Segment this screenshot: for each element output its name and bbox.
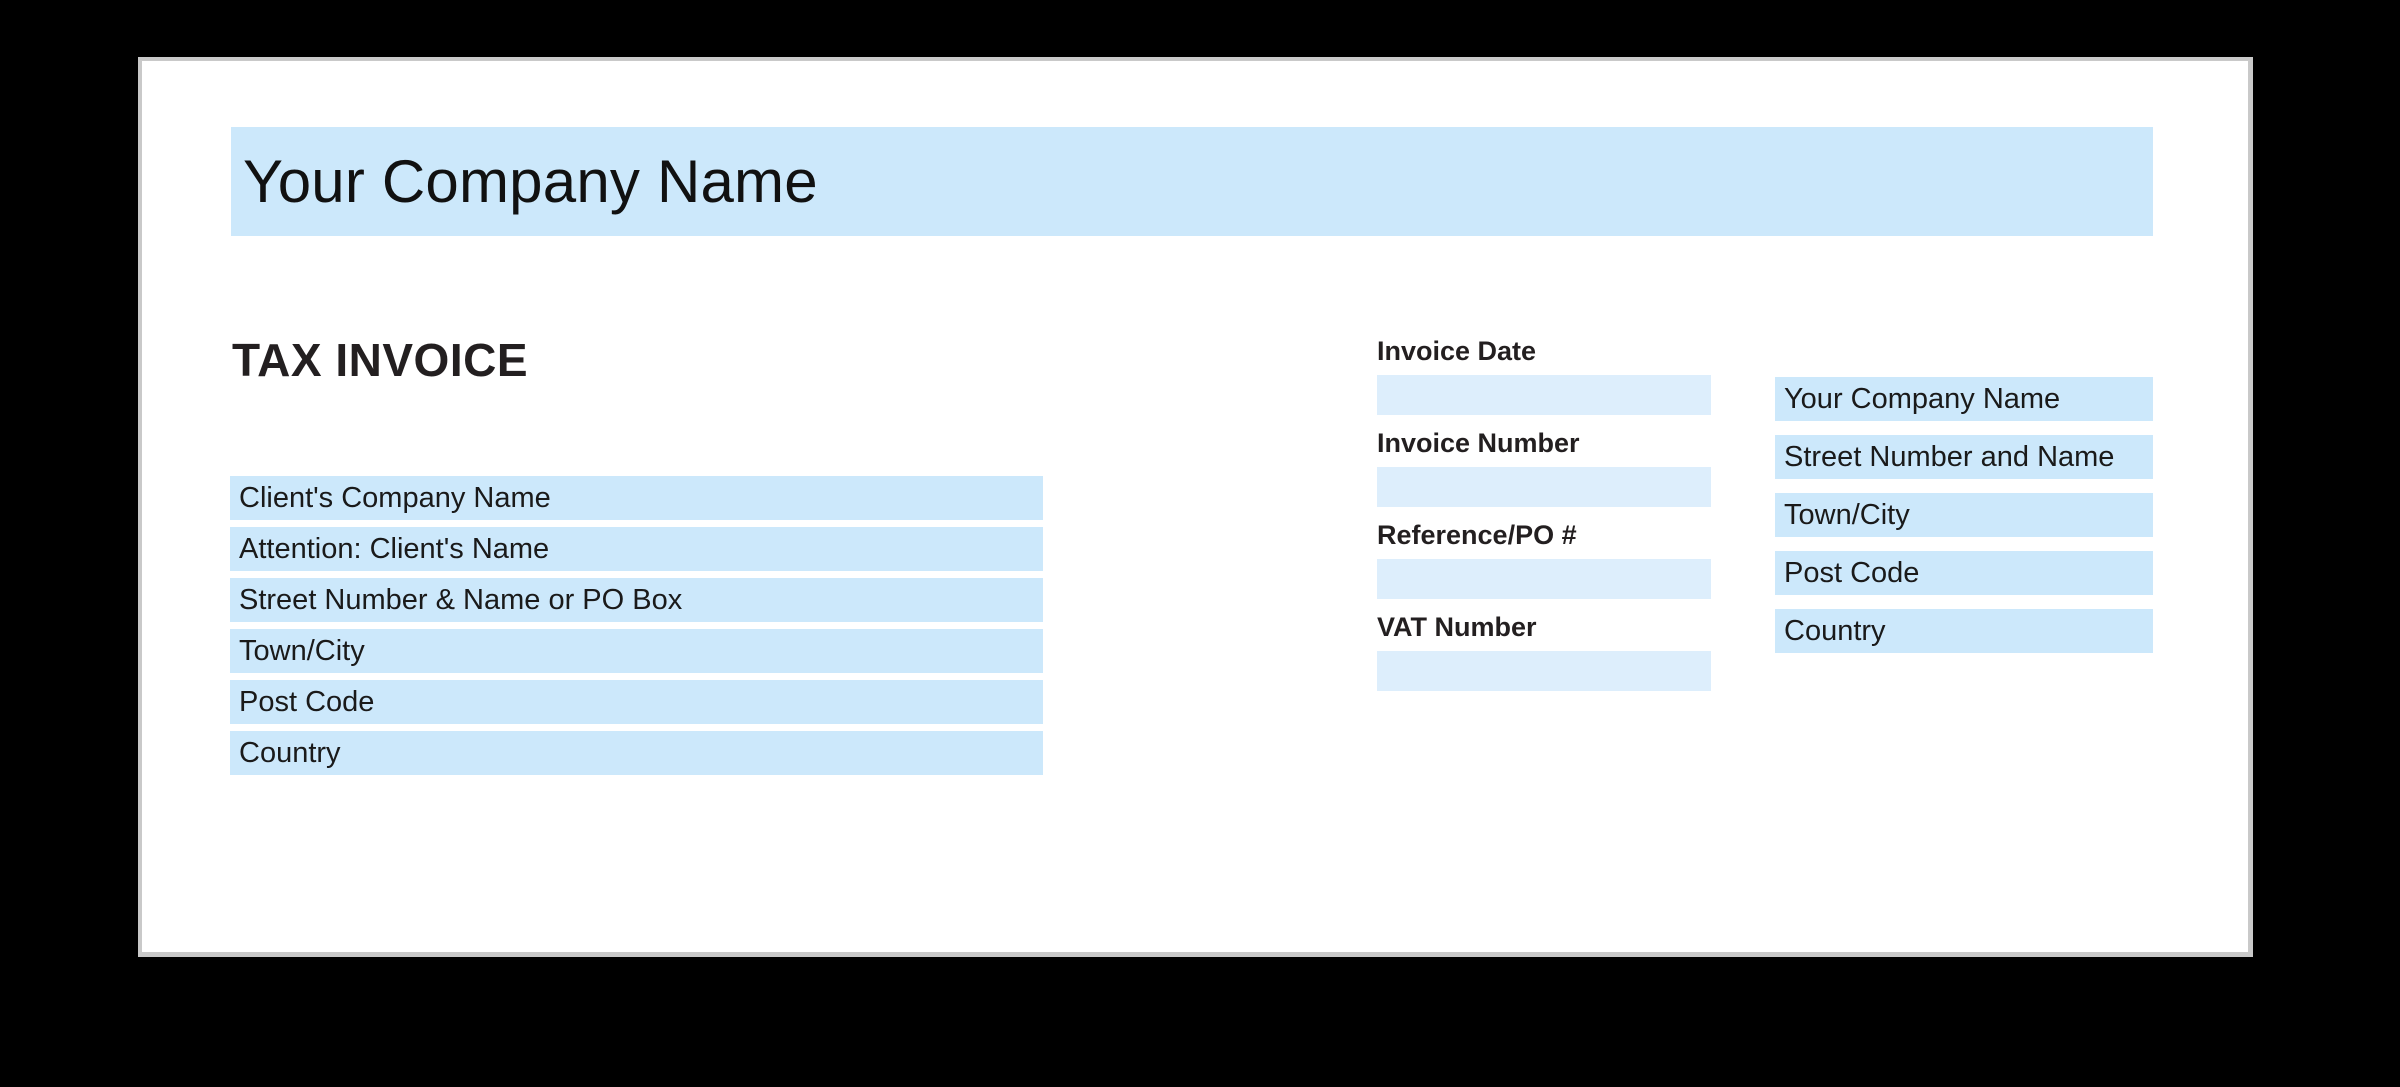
- reference-po-group: Reference/PO #: [1377, 522, 1711, 599]
- vat-number-label: VAT Number: [1377, 612, 1537, 642]
- company-country: Country: [1784, 614, 1886, 647]
- client-attention-name: Attention: Client's Name: [239, 532, 550, 565]
- client-country: Country: [239, 736, 341, 769]
- invoice-number-group: Invoice Number: [1377, 430, 1711, 507]
- client-street-address: Street Number & Name or PO Box: [239, 583, 683, 616]
- company-post-code: Post Code: [1784, 556, 1920, 589]
- client-address-row[interactable]: Town/City: [230, 629, 1043, 673]
- vat-number-input[interactable]: [1377, 651, 1711, 691]
- company-town-city: Town/City: [1784, 498, 1910, 531]
- vat-number-group: VAT Number: [1377, 614, 1711, 691]
- invoice-number-label: Invoice Number: [1377, 428, 1580, 458]
- invoice-sheet: Your Company Name TAX INVOICE Client's C…: [138, 57, 2253, 957]
- invoice-date-input[interactable]: [1377, 375, 1711, 415]
- client-address-row[interactable]: Client's Company Name: [230, 476, 1043, 520]
- client-address-row[interactable]: Attention: Client's Name: [230, 527, 1043, 571]
- company-address-row[interactable]: Country: [1775, 609, 2153, 653]
- company-name-value: Your Company Name: [1784, 382, 2061, 415]
- company-address-block: Your Company Name Street Number and Name…: [1775, 377, 2153, 667]
- client-address-row[interactable]: Street Number & Name or PO Box: [230, 578, 1043, 622]
- invoice-date-group: Invoice Date: [1377, 338, 1711, 415]
- company-masthead-banner[interactable]: Your Company Name: [231, 127, 2153, 236]
- invoice-detail-block: Invoice Date Invoice Number Reference/PO…: [1377, 338, 1711, 706]
- client-address-row[interactable]: Country: [230, 731, 1043, 775]
- client-address-row[interactable]: Post Code: [230, 680, 1043, 724]
- page-canvas: Your Company Name TAX INVOICE Client's C…: [0, 0, 2400, 1087]
- client-address-block: Client's Company Name Attention: Client'…: [230, 476, 1043, 782]
- company-address-row[interactable]: Post Code: [1775, 551, 2153, 595]
- client-post-code: Post Code: [239, 685, 375, 718]
- invoice-date-label: Invoice Date: [1377, 336, 1537, 366]
- invoice-number-input[interactable]: [1377, 467, 1711, 507]
- reference-po-input[interactable]: [1377, 559, 1711, 599]
- reference-po-label: Reference/PO #: [1377, 520, 1577, 550]
- company-address-row[interactable]: Street Number and Name: [1775, 435, 2153, 479]
- page-title: TAX INVOICE: [232, 334, 529, 386]
- company-name-heading: Your Company Name: [243, 147, 818, 215]
- client-company-name: Client's Company Name: [239, 481, 551, 514]
- company-address-row[interactable]: Town/City: [1775, 493, 2153, 537]
- company-address-row[interactable]: Your Company Name: [1775, 377, 2153, 421]
- client-town-city: Town/City: [239, 634, 365, 667]
- company-street-address: Street Number and Name: [1784, 440, 2115, 473]
